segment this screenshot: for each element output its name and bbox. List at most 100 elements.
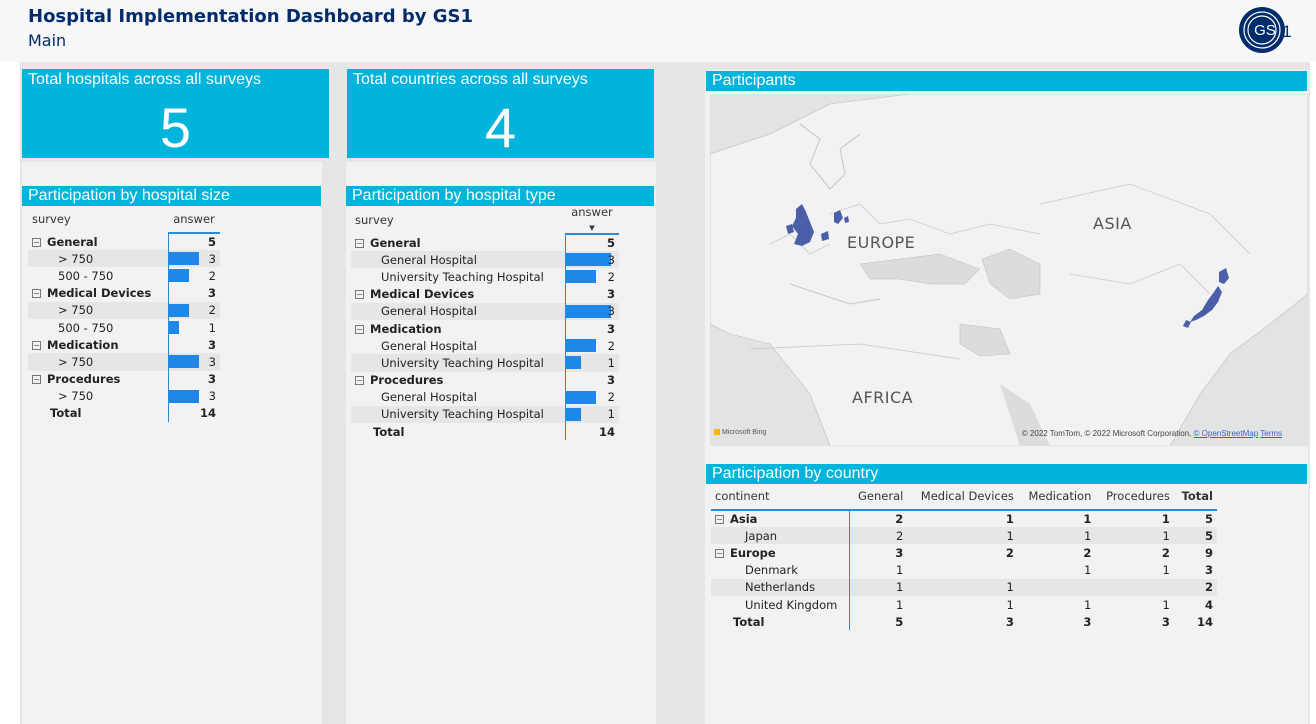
report-header: Hospital Implementation Dashboard by GS1… bbox=[0, 0, 1316, 62]
column-header[interactable]: Medication bbox=[1017, 482, 1096, 511]
child-row[interactable]: > 750 2 bbox=[28, 301, 220, 319]
group-label-text: Medication bbox=[370, 321, 442, 336]
column-header-survey[interactable]: survey bbox=[28, 205, 168, 233]
value-cell: 5 bbox=[1173, 527, 1217, 545]
total-label: Total bbox=[50, 406, 82, 421]
group-total: 3 bbox=[564, 285, 619, 303]
column-header-answer[interactable]: answer bbox=[168, 205, 220, 234]
child-row[interactable]: General Hospital 2 bbox=[351, 337, 619, 355]
bing-attribution: Microsoft Bing bbox=[714, 429, 766, 436]
child-row[interactable]: General Hospital 3 bbox=[351, 251, 619, 269]
group-label-text: General bbox=[47, 234, 98, 249]
continent-label: Europe bbox=[730, 545, 776, 560]
group-row[interactable]: − Medication 3 bbox=[28, 336, 220, 354]
column-header[interactable]: General bbox=[849, 482, 908, 511]
group-row[interactable]: − Medication 3 bbox=[351, 319, 619, 338]
size-panel-title: Participation by hospital size bbox=[22, 186, 321, 206]
group-row[interactable]: − Medical Devices 3 bbox=[28, 284, 220, 302]
child-row[interactable]: University Teaching Hospital 1 bbox=[351, 405, 619, 424]
child-row[interactable]: University Teaching Hospital 2 bbox=[351, 268, 619, 286]
collapse-icon[interactable]: − bbox=[715, 548, 724, 558]
group-row[interactable]: − Medical Devices 3 bbox=[351, 285, 619, 303]
value-cell: 2 bbox=[849, 527, 908, 545]
country-matrix[interactable]: continent General Medical Devices Medicatio… bbox=[711, 482, 1217, 631]
column-header-answer-label: answer bbox=[571, 205, 613, 219]
data-bar bbox=[168, 389, 199, 403]
child-row[interactable]: 500 - 750 2 bbox=[28, 267, 220, 285]
answer-value: 1 bbox=[607, 407, 615, 422]
collapse-icon[interactable]: − bbox=[355, 238, 364, 248]
child-row[interactable]: Denmark 1 1 1 3 bbox=[711, 561, 1217, 579]
group-total-text: 3 bbox=[606, 287, 615, 302]
collapse-icon[interactable]: − bbox=[32, 237, 41, 247]
column-header[interactable]: continent bbox=[711, 482, 849, 511]
collapse-icon[interactable]: − bbox=[32, 289, 41, 299]
size-matrix[interactable]: survey answer − General 5 > 750 3 500 - 750 2−… bbox=[28, 205, 220, 423]
group-row[interactable]: − Asia 2 1 1 1 5 bbox=[711, 510, 1217, 528]
column-header-survey[interactable]: survey bbox=[351, 205, 565, 234]
child-row[interactable]: > 750 3 bbox=[28, 353, 220, 371]
country-panel-title: Participation by country bbox=[706, 464, 1307, 484]
group-row[interactable]: − Procedures 3 bbox=[28, 370, 220, 388]
value-cell: 14 bbox=[1196, 614, 1213, 629]
answer-value: 3 bbox=[208, 251, 216, 266]
data-bar bbox=[565, 304, 611, 318]
value-cell: 2 bbox=[1005, 545, 1014, 560]
column-header[interactable]: Medical Devices bbox=[907, 482, 1018, 511]
group-row[interactable]: − General 5 bbox=[351, 234, 619, 252]
terms-link[interactable]: Terms bbox=[1260, 429, 1282, 438]
collapse-icon[interactable]: − bbox=[355, 290, 364, 300]
child-label: General Hospital bbox=[351, 388, 565, 406]
child-row[interactable]: 500 - 750 1 bbox=[28, 318, 220, 337]
child-row[interactable]: University Teaching Hospital 1 bbox=[351, 354, 619, 372]
child-row[interactable]: > 750 3 bbox=[28, 387, 220, 405]
column-header-answer[interactable]: answer ▼ bbox=[565, 205, 619, 235]
total-row[interactable]: Total 5 3 3 3 14 bbox=[711, 613, 1217, 631]
column-header[interactable]: Procedures bbox=[1095, 482, 1174, 511]
group-row[interactable]: − Procedures 3 bbox=[351, 371, 619, 389]
kpi-card-hospitals[interactable]: Total hospitals across all surveys 5 bbox=[22, 69, 329, 159]
answer-cell: 2 bbox=[564, 337, 619, 355]
group-label: − Medication bbox=[28, 336, 168, 353]
child-row[interactable]: Netherlands 1 1 2 bbox=[711, 578, 1217, 596]
type-matrix[interactable]: survey answer ▼ − General 5 General Hospita… bbox=[351, 205, 619, 441]
kpi-card-countries[interactable]: Total countries across all surveys 4 bbox=[347, 69, 654, 159]
group-label-text: Medical Devices bbox=[47, 286, 152, 301]
collapse-icon[interactable]: − bbox=[355, 324, 364, 334]
group-label-text: Medical Devices bbox=[370, 287, 475, 302]
child-row[interactable]: Japan 2 1 1 1 5 bbox=[711, 527, 1217, 545]
map-copyright-text: © 2022 TomTom, © 2022 Microsoft Corporat… bbox=[1021, 429, 1192, 438]
child-row[interactable]: General Hospital 2 bbox=[351, 388, 619, 406]
child-row[interactable]: General Hospital 3 bbox=[351, 302, 619, 320]
collapse-icon[interactable]: − bbox=[32, 340, 41, 350]
child-label: University Teaching Hospital bbox=[351, 268, 565, 286]
group-total-text: 3 bbox=[207, 337, 216, 352]
total-value-text: 14 bbox=[598, 424, 615, 439]
value-cell: 4 bbox=[1204, 597, 1213, 612]
map-canvas[interactable] bbox=[710, 94, 1308, 446]
answer-cell: 3 bbox=[167, 387, 220, 405]
value-cell bbox=[1017, 578, 1096, 596]
child-label: > 750 bbox=[28, 301, 168, 319]
answer-cell: 3 bbox=[167, 353, 220, 371]
group-row[interactable]: − Europe 3 2 2 2 9 bbox=[711, 544, 1217, 562]
group-label: − Procedures bbox=[28, 371, 168, 388]
collapse-icon[interactable]: − bbox=[715, 515, 724, 525]
row-label-cell: − Asia bbox=[711, 510, 850, 528]
total-label: Total bbox=[373, 424, 405, 439]
value-cell: 3 bbox=[1204, 563, 1213, 578]
group-total: 5 bbox=[564, 234, 619, 252]
collapse-icon[interactable]: − bbox=[355, 376, 364, 386]
osm-link[interactable]: © OpenStreetMap bbox=[1194, 429, 1259, 438]
group-label: − Procedures bbox=[351, 372, 565, 389]
row-label: Total bbox=[711, 613, 850, 631]
column-header[interactable]: Total bbox=[1173, 482, 1217, 511]
value-cell: 2 bbox=[1161, 545, 1170, 560]
child-row[interactable]: United Kingdom 1 1 1 1 4 bbox=[711, 595, 1217, 614]
group-row[interactable]: − General 5 bbox=[28, 233, 220, 251]
child-row[interactable]: > 750 3 bbox=[28, 250, 220, 268]
continent-label: Asia bbox=[730, 512, 758, 527]
collapse-icon[interactable]: − bbox=[32, 375, 41, 385]
kpi-label: Total countries across all surveys bbox=[353, 71, 588, 88]
participants-map[interactable]: EUROPE ASIA AFRICA Microsoft Bing © 2022… bbox=[710, 94, 1308, 446]
